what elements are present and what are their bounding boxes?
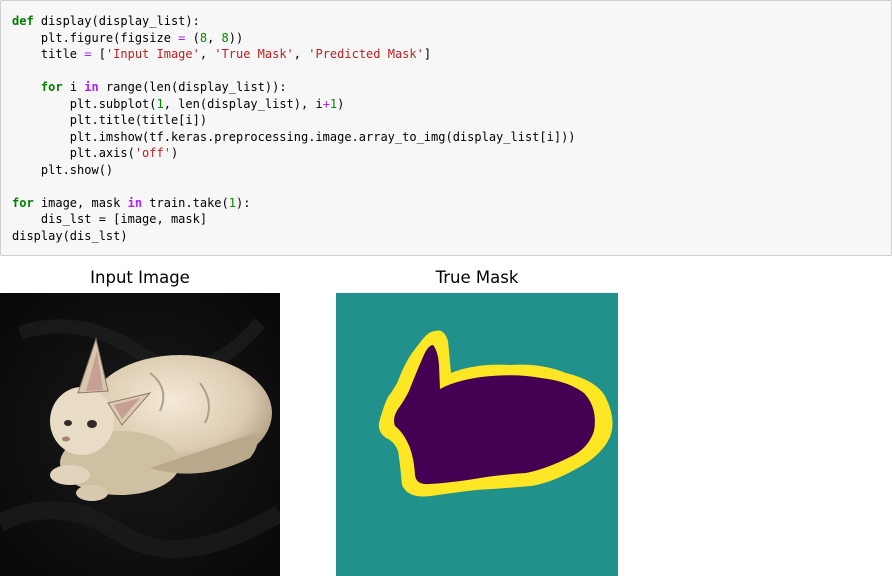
code-token: 8: [199, 30, 208, 45]
code-line: dis_lst = [image, mask]: [12, 212, 207, 226]
code-token: image, mask: [33, 195, 128, 210]
code-token: i: [62, 80, 85, 94]
code-line: plt.axis('off'): [12, 146, 178, 160]
code-token: plt.axis(: [12, 146, 135, 160]
code-line: title = ['Input Image', 'True Mask', 'Pr…: [12, 47, 431, 61]
code-token: 'Input Image': [105, 47, 200, 61]
code-line: plt.title(title[i]): [12, 113, 207, 127]
code-token: (: [185, 30, 200, 45]
code-line: display(dis_lst): [12, 229, 128, 243]
code-line: plt.imshow(tf.keras.preprocessing.image.…: [12, 130, 576, 144]
code-line: plt.show(): [12, 163, 113, 177]
code-cell[interactable]: def display(display_list): plt.figure(fi…: [0, 0, 892, 256]
code-token: plt.figure(figsize: [12, 30, 179, 45]
subplot-title-true-mask: True Mask: [435, 268, 519, 287]
code-token: 1: [156, 96, 164, 111]
code-line: def display(display_list):: [12, 14, 200, 28]
code-line: plt.subplot(1, len(display_list), i+1): [12, 96, 345, 111]
code-token: [image, mask]: [105, 212, 208, 226]
code-token: range(len(display_list)):: [98, 80, 287, 94]
code-token: , len(display_list), i: [163, 96, 323, 111]
code-token: 'True Mask': [214, 47, 294, 61]
code-line: plt.figure(figsize = (8, 8)): [12, 31, 243, 45]
code-token: 1: [228, 195, 236, 210]
code-line: for image, mask in train.take(1):: [12, 196, 250, 210]
code-token: )): [228, 30, 244, 45]
code-token: dis_lst: [12, 212, 99, 226]
code-token: 'off': [134, 146, 171, 160]
code-token: plt.title(title[i]): [12, 113, 208, 127]
code-token: for: [12, 195, 34, 210]
code-token: for: [40, 80, 63, 94]
code-line: for i in range(len(display_list)):: [12, 80, 287, 94]
code-token: =: [98, 212, 106, 226]
code-token: plt.show(): [12, 162, 114, 177]
code-token: title: [12, 47, 85, 61]
input-image: [0, 293, 280, 576]
code-token: ]: [423, 47, 432, 61]
code-token: ): [170, 146, 179, 160]
code-token: ): [337, 96, 345, 111]
code-token: def: [12, 14, 34, 28]
code-token: display(dis_lst): [12, 228, 128, 243]
code-token: ):: [236, 195, 251, 210]
code-token: ,: [207, 30, 222, 45]
code-token: 'Predicted Mask': [308, 47, 424, 61]
code-token: display(display_list):: [33, 14, 200, 28]
code-token: ,: [199, 47, 215, 61]
code-token: in: [127, 195, 143, 210]
code-token: plt.subplot(: [12, 96, 157, 111]
subplot-title-input-image: Input Image: [90, 268, 190, 287]
code-token: [: [91, 47, 106, 61]
true-mask-image: [336, 293, 618, 576]
code-token: train.take(: [142, 195, 229, 210]
code-token: in: [84, 80, 99, 94]
code-token: +: [322, 96, 330, 111]
code-token: plt.imshow(tf.keras.preprocessing.image.…: [12, 129, 576, 144]
code-token: ,: [293, 47, 309, 61]
code-token: 8: [221, 30, 229, 45]
code-editor[interactable]: def display(display_list): plt.figure(fi…: [12, 13, 576, 244]
